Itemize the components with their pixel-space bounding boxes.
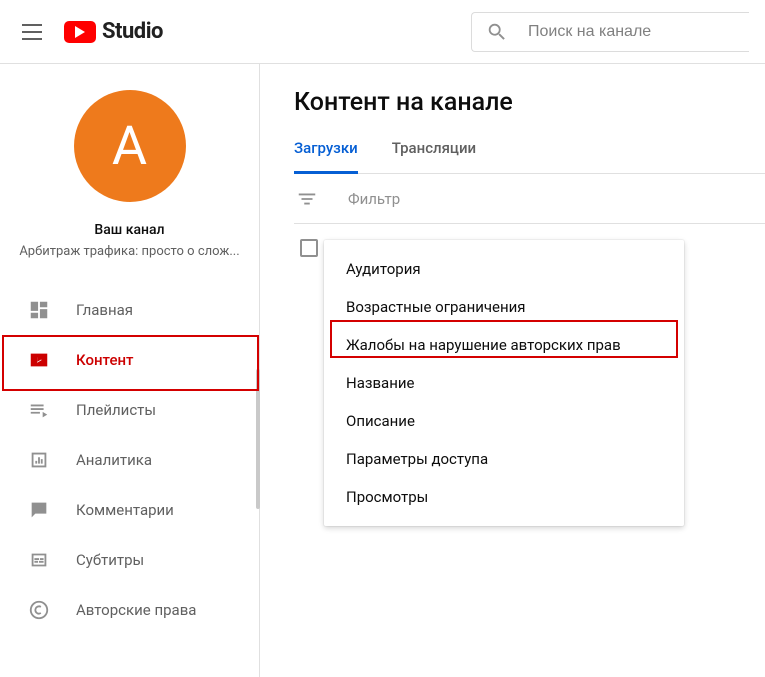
playlist-icon xyxy=(28,399,50,421)
tab-uploads[interactable]: Загрузки xyxy=(294,139,358,174)
filter-option-copyright[interactable]: Жалобы на нарушение авторских прав xyxy=(324,326,684,364)
channel-subtitle: Арбитраж трафика: просто о слож... xyxy=(10,244,249,259)
filter-option-age[interactable]: Возрастные ограничения xyxy=(324,288,684,326)
sidebar-item-content[interactable]: Контент xyxy=(0,335,259,385)
sidebar-item-subtitles[interactable]: Субтитры xyxy=(0,535,259,585)
dashboard-icon xyxy=(28,299,50,321)
filter-dropdown: Аудитория Возрастные ограничения Жалобы … xyxy=(324,240,684,526)
filter-icon xyxy=(296,188,318,210)
content-icon xyxy=(28,349,50,371)
select-all-checkbox[interactable] xyxy=(300,239,318,257)
nav-label: Комментарии xyxy=(76,501,174,519)
sidebar-item-playlists[interactable]: Плейлисты xyxy=(0,385,259,435)
nav-label: Контент xyxy=(76,351,134,369)
nav-label: Аналитика xyxy=(76,451,152,469)
channel-title: Ваш канал xyxy=(10,222,249,238)
nav: Главная Контент Плейлисты Аналитика Комм… xyxy=(0,285,259,635)
sidebar-item-analytics[interactable]: Аналитика xyxy=(0,435,259,485)
sidebar: А Ваш канал Арбитраж трафика: просто о с… xyxy=(0,64,260,677)
logo[interactable]: Studio xyxy=(64,19,163,44)
comments-icon xyxy=(28,499,50,521)
search-input[interactable] xyxy=(528,23,735,41)
search-box[interactable] xyxy=(471,12,749,52)
filter-option-access[interactable]: Параметры доступа xyxy=(324,440,684,478)
page-title: Контент на канале xyxy=(294,88,765,117)
youtube-icon xyxy=(64,21,96,43)
nav-label: Плейлисты xyxy=(76,401,156,419)
sidebar-item-comments[interactable]: Комментарии xyxy=(0,485,259,535)
sidebar-item-copyright[interactable]: Авторские права xyxy=(0,585,259,635)
nav-label: Субтитры xyxy=(76,551,144,569)
content-area: Контент на канале Загрузки Трансляции Фи… xyxy=(260,64,765,677)
filter-option-title[interactable]: Название xyxy=(324,364,684,402)
header: Studio xyxy=(0,0,765,64)
avatar[interactable]: А xyxy=(74,90,186,202)
subtitles-icon xyxy=(28,549,50,571)
filter-option-audience[interactable]: Аудитория xyxy=(324,250,684,288)
filter-option-views[interactable]: Просмотры xyxy=(324,478,684,516)
menu-icon[interactable] xyxy=(20,20,44,44)
tabs: Загрузки Трансляции xyxy=(294,139,765,174)
analytics-icon xyxy=(28,449,50,471)
channel-block[interactable]: А Ваш канал Арбитраж трафика: просто о с… xyxy=(0,90,259,275)
filter-option-description[interactable]: Описание xyxy=(324,402,684,440)
filter-bar[interactable]: Фильтр xyxy=(294,174,765,224)
filter-label: Фильтр xyxy=(348,190,400,208)
sidebar-item-home[interactable]: Главная xyxy=(0,285,259,335)
tab-live[interactable]: Трансляции xyxy=(392,139,476,174)
nav-label: Главная xyxy=(76,301,133,319)
copyright-icon xyxy=(28,599,50,621)
nav-label: Авторские права xyxy=(76,601,196,619)
search-icon xyxy=(486,21,508,43)
logo-text: Studio xyxy=(102,19,163,44)
